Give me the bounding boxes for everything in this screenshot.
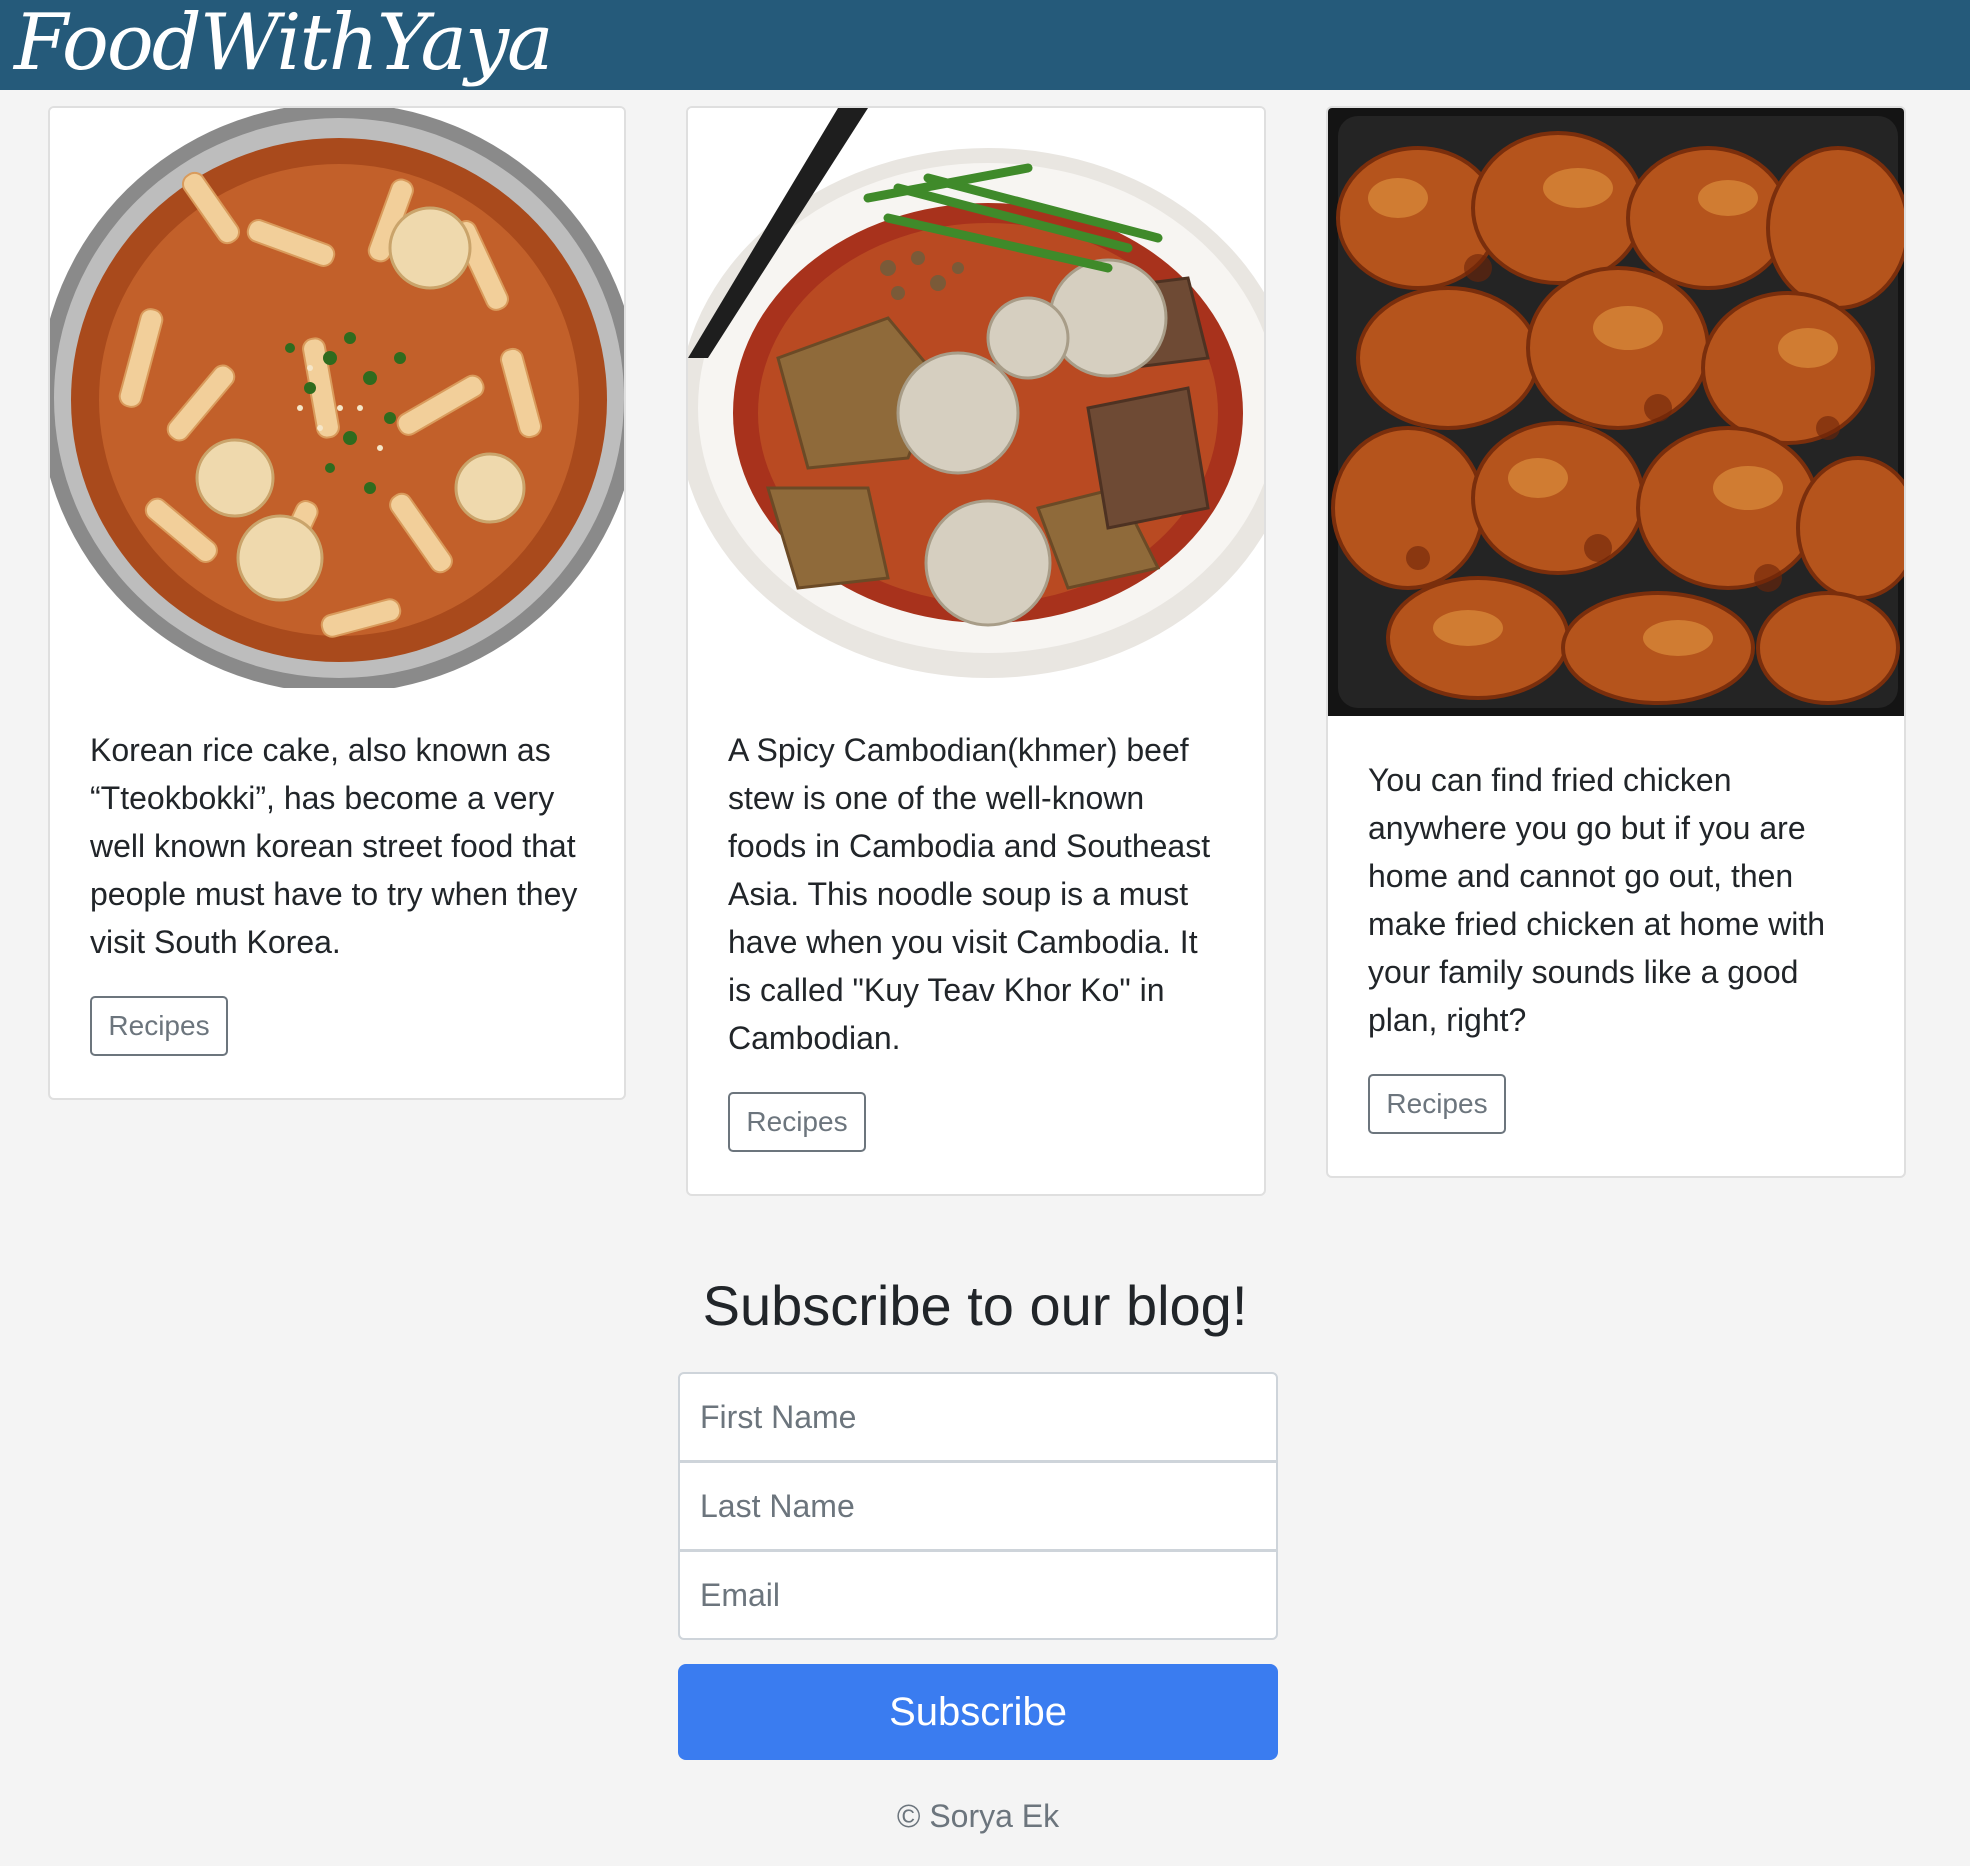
food-card-fried-chicken: You can find fried chicken anywhere you … (1326, 106, 1906, 1178)
last-name-input[interactable] (678, 1461, 1278, 1551)
email-input[interactable] (678, 1550, 1278, 1640)
food-card-khmer-beef-stew: A Spicy Cambodian(khmer) beef stew is on… (686, 106, 1266, 1196)
recipes-button[interactable]: Recipes (90, 996, 228, 1056)
khmer-beef-stew-image (688, 108, 1264, 688)
card-description: A Spicy Cambodian(khmer) beef stew is on… (728, 732, 1211, 1056)
first-name-input[interactable] (678, 1372, 1278, 1462)
brand-logo[interactable]: FoodWithYaya (14, 0, 554, 86)
card-description: You can find fried chicken anywhere you … (1368, 762, 1826, 1038)
subscribe-title: Subscribe to our blog! (702, 1274, 1248, 1337)
navbar: FoodWithYaya (0, 0, 1970, 90)
recipes-button[interactable]: Recipes (728, 1092, 866, 1152)
recipes-button[interactable]: Recipes (1368, 1074, 1506, 1134)
footer-copyright: © Sorya Ek (896, 1798, 1060, 1834)
tteokbokki-image (50, 108, 624, 688)
subscribe-button[interactable]: Subscribe (678, 1664, 1278, 1760)
subscribe-form (678, 1372, 1278, 1644)
fried-chicken-image (1328, 108, 1904, 716)
food-card-tteokbokki: Korean rice cake, also known as “Tteokbo… (48, 106, 626, 1100)
card-description: Korean rice cake, also known as “Tteokbo… (90, 732, 578, 960)
